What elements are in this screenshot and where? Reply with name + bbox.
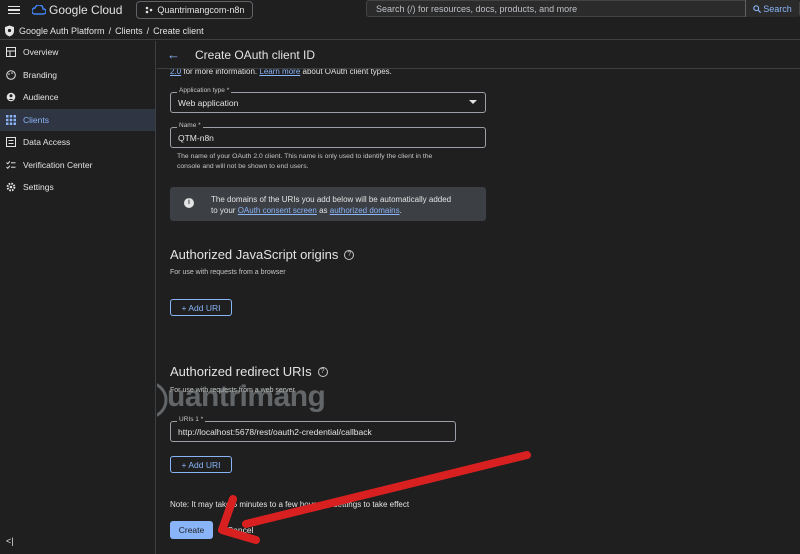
oauth-consent-screen-link[interactable]: OAuth consent screen xyxy=(238,206,317,215)
banner-line-2-end: . xyxy=(399,206,402,215)
application-type-select[interactable]: Application type * Web application xyxy=(170,87,486,113)
name-value: QTM-n8n xyxy=(178,133,214,143)
page-title: Create OAuth client ID xyxy=(195,47,316,62)
banner-line-1: The domains of the URIs you add below wi… xyxy=(211,195,452,204)
search-button-label: Search xyxy=(763,3,792,14)
js-origins-subtitle: For use with requests from a browser xyxy=(170,269,286,276)
add-js-origin-button[interactable]: + Add URI xyxy=(170,299,232,316)
name-hint: The name of your OAuth 2.0 client. This … xyxy=(177,152,477,172)
sidebar-item-verification-center[interactable]: Verification Center xyxy=(0,154,155,177)
add-redirect-uri-button[interactable]: + Add URI xyxy=(170,456,232,473)
dashboard-icon xyxy=(6,47,16,58)
sidebar-item-clients[interactable]: Clients xyxy=(0,108,155,131)
authorized-domains-link[interactable]: authorized domains xyxy=(330,206,400,215)
settings-note: Note: It may take 5 minutes to a few hou… xyxy=(170,500,410,509)
check-list-icon xyxy=(6,160,16,169)
sidebar-item-label: Overview xyxy=(23,47,59,58)
menu-icon[interactable] xyxy=(4,0,24,20)
cloud-icon xyxy=(32,5,46,15)
breadcrumb-clients[interactable]: Clients xyxy=(115,26,143,36)
search-placeholder: Search (/) for resources, docs, products… xyxy=(376,3,578,14)
gear-icon xyxy=(6,182,16,192)
domains-info-banner: i The domains of the URIs you add below … xyxy=(170,187,486,221)
name-label: Name * xyxy=(177,122,203,129)
breadcrumb-root[interactable]: Google Auth Platform xyxy=(19,26,105,36)
palette-icon xyxy=(6,69,16,80)
grid-icon xyxy=(6,114,16,125)
js-origins-heading: Authorized JavaScript origins ? xyxy=(170,247,355,262)
main-content: ← Create OAuth client ID 2.0 for more in… xyxy=(157,41,800,554)
banner-text: The domains of the URIs you add below wi… xyxy=(211,194,481,216)
breadcrumb-separator: / xyxy=(108,25,112,36)
watermark-logo: uantrimang xyxy=(157,374,359,429)
js-origins-title: Authorized JavaScript origins xyxy=(170,247,339,262)
page-header: ← Create OAuth client ID xyxy=(157,41,800,69)
project-icon xyxy=(146,6,153,14)
breadcrumb: Google Auth Platform / Clients / Create … xyxy=(0,22,800,40)
name-hint-line-1: The name of your OAuth 2.0 client. This … xyxy=(177,153,433,160)
sidebar-item-data-access[interactable]: Data Access xyxy=(0,131,155,154)
dropdown-caret-icon xyxy=(469,100,477,104)
person-icon xyxy=(6,92,16,102)
application-type-label: Application type * xyxy=(177,87,232,94)
sidebar-item-branding[interactable]: Branding xyxy=(0,64,155,87)
sidebar-item-label: Clients xyxy=(23,114,49,125)
name-field[interactable]: Name * QTM-n8n xyxy=(170,122,486,148)
watermark-text: uantrimang xyxy=(167,380,326,413)
search-icon xyxy=(753,4,762,13)
help-icon[interactable]: ? xyxy=(344,249,355,260)
sidebar-item-label: Data Access xyxy=(23,137,71,148)
sidebar-item-overview[interactable]: Overview xyxy=(0,41,155,64)
project-picker[interactable]: Quantrimangcom-n8n xyxy=(136,1,254,19)
sidebar-item-audience[interactable]: Audience xyxy=(0,86,155,109)
collapse-sidebar-button[interactable]: <| xyxy=(6,536,14,546)
google-cloud-logo[interactable]: Google Cloud xyxy=(32,3,122,17)
search-button[interactable]: Search xyxy=(745,0,799,17)
top-bar: Google Cloud Quantrimangcom-n8n Search (… xyxy=(0,0,800,20)
sidebar: Overview Branding Audience Clients Data … xyxy=(0,41,156,554)
breadcrumb-separator: / xyxy=(146,25,150,36)
sidebar-item-label: Branding xyxy=(23,69,58,80)
back-arrow-icon[interactable]: ← xyxy=(167,47,181,62)
sidebar-item-label: Verification Center xyxy=(23,159,93,170)
breadcrumb-current: Create client xyxy=(153,25,204,36)
application-type-value: Web application xyxy=(178,98,239,108)
sidebar-item-settings[interactable]: Settings xyxy=(0,176,155,199)
list-icon xyxy=(6,137,16,148)
banner-line-2: to your OAuth consent screen as authoriz… xyxy=(211,205,481,216)
banner-line-2-prefix: to your xyxy=(211,206,238,215)
name-hint-line-2: console and will not be shown to end use… xyxy=(177,163,309,170)
cancel-button[interactable]: Cancel xyxy=(227,525,253,535)
sidebar-item-label: Audience xyxy=(23,92,59,103)
create-button[interactable]: Create xyxy=(170,521,213,539)
brand-name: Google Cloud xyxy=(49,3,123,17)
banner-line-2-mid: as xyxy=(316,206,330,215)
info-icon: i xyxy=(184,198,194,208)
search-input[interactable]: Search (/) for resources, docs, products… xyxy=(366,0,800,17)
sidebar-item-label: Settings xyxy=(23,182,54,193)
shield-icon xyxy=(5,25,14,36)
project-name: Quantrimangcom-n8n xyxy=(157,5,245,15)
